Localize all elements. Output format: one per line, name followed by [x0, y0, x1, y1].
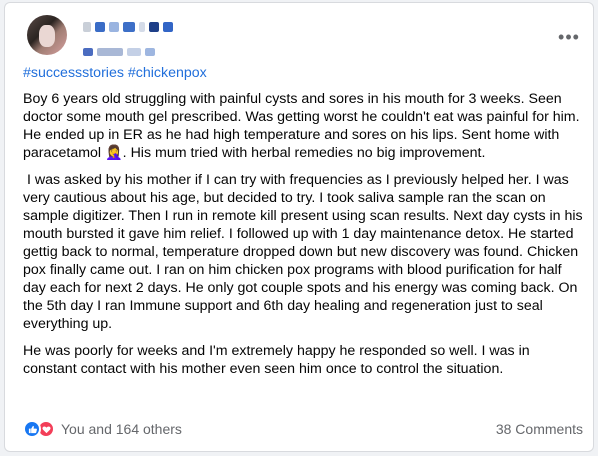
hashtags: #successstories #chickenpox: [23, 64, 583, 82]
reactions-summary[interactable]: You and 164 others: [23, 420, 182, 438]
post-meta-redacted[interactable]: [83, 43, 159, 56]
more-icon: •••: [558, 26, 580, 47]
hashtag-link[interactable]: #chickenpox: [128, 65, 207, 81]
post-card: ••• #successstories #chickenpox Boy 6 ye…: [4, 2, 594, 452]
post-footer: You and 164 others 38 Comments: [23, 419, 583, 439]
post-paragraph: He was poorly for weeks and I'm extremel…: [23, 343, 534, 377]
reactions-count[interactable]: You and 164 others: [61, 421, 182, 437]
like-icon: [23, 420, 41, 438]
post-paragraph: I was asked by his mother if I can try w…: [23, 172, 587, 332]
hashtag-link[interactable]: #successstories: [23, 65, 124, 81]
author-name-redacted[interactable]: [83, 19, 177, 32]
post-paragraph: Boy 6 years old struggling with painful …: [23, 91, 584, 161]
more-options-button[interactable]: •••: [555, 23, 583, 51]
post-header: •••: [15, 15, 585, 61]
post-content: #successstories #chickenpox Boy 6 years …: [23, 64, 583, 387]
author-avatar[interactable]: [27, 15, 67, 55]
comments-count[interactable]: 38 Comments: [496, 421, 583, 437]
